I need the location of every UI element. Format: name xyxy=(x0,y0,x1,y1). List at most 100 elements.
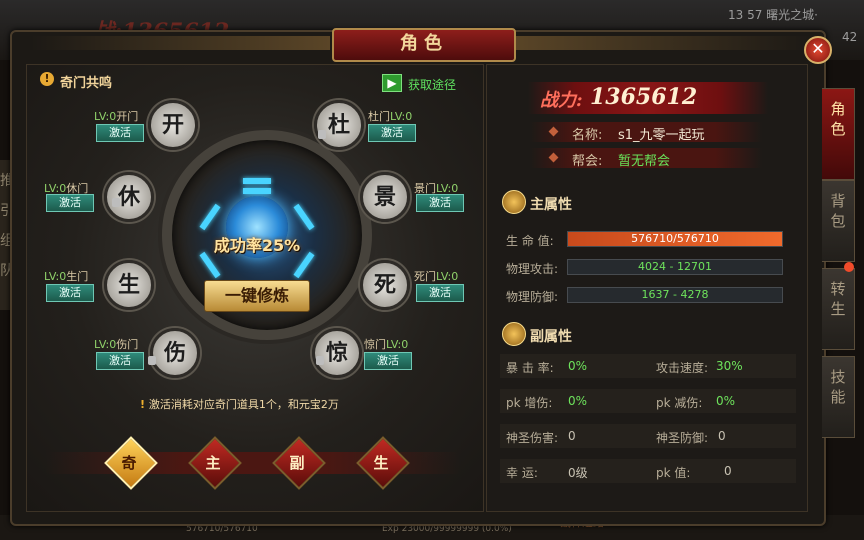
crit-rate-value: 0% xyxy=(568,359,588,373)
phys-def-label: 物理防御: xyxy=(506,290,559,304)
hp-label: 生 命 值: xyxy=(506,234,554,248)
bullet-icon xyxy=(548,126,559,137)
activate-button-kai[interactable]: 激活 xyxy=(96,124,144,142)
obtain-link[interactable]: 获取途径 xyxy=(408,76,456,93)
trigram-line xyxy=(243,188,271,194)
attack-speed-label: 攻击速度: xyxy=(656,361,709,375)
activate-button-si[interactable]: 激活 xyxy=(416,284,464,302)
activate-button-jingm[interactable]: 激活 xyxy=(364,352,412,370)
pk-reduce-value: 0% xyxy=(716,394,736,408)
power-value: 1365612 xyxy=(590,84,698,110)
sub-attr-icon xyxy=(502,322,526,346)
title-ornament-right xyxy=(512,36,812,50)
guild-value: 暂无帮会 xyxy=(618,154,671,169)
hp-bar: 576710/576710 xyxy=(567,231,783,247)
gate-kai-icon[interactable]: 开 xyxy=(148,100,198,150)
pk-reduce-label: pk 减伤: xyxy=(656,396,703,410)
gate-name: 杜门 xyxy=(368,110,390,123)
background-side-number: 42 xyxy=(842,30,858,44)
gate-jing-icon[interactable]: 景 xyxy=(360,172,410,222)
gate-jingm-icon[interactable]: 惊 xyxy=(312,328,362,378)
phys-atk-bar: 4024 - 12701 xyxy=(567,259,783,275)
activate-button-du[interactable]: 激活 xyxy=(368,124,416,142)
trigram-line xyxy=(243,178,271,184)
notice-text: 激活消耗对应奇门道具1个，和元宝2万 xyxy=(148,398,339,411)
side-tab-character[interactable]: 角色 xyxy=(822,88,855,180)
pk-damage-value: 0% xyxy=(568,394,588,408)
name-label: 名称: xyxy=(572,128,603,143)
main-attr-title: 主属性 xyxy=(530,197,572,213)
gate-level: LV:0 xyxy=(436,270,459,283)
phys-atk-label: 物理攻击: xyxy=(506,262,559,276)
crit-rate-label: 暴 击 率: xyxy=(506,361,554,375)
name-value: s1_九零一起玩 xyxy=(618,128,705,143)
bullet-icon xyxy=(548,152,559,163)
background-clock: 13 57 曙光之城· xyxy=(728,8,818,22)
lock-icon xyxy=(148,356,156,365)
lock-icon xyxy=(316,356,324,365)
window-title: 角色 xyxy=(332,28,516,62)
gate-level: LV:0 xyxy=(44,270,67,283)
gate-du-icon[interactable]: 杜 xyxy=(314,100,364,150)
holy-damage-label: 神圣伤害: xyxy=(506,431,559,445)
sub-attr-title: 副属性 xyxy=(530,329,572,345)
main-attr-icon xyxy=(502,190,526,214)
phys-def-bar: 1637 - 4278 xyxy=(567,287,783,303)
gate-sheng-level: LV:0生门 xyxy=(44,268,88,284)
gate-name: 伤门 xyxy=(116,338,139,351)
gate-si-icon[interactable]: 死 xyxy=(360,260,410,310)
lock-icon xyxy=(318,130,326,139)
gate-level: LV:0 xyxy=(386,338,409,351)
gate-sheng-icon[interactable]: 生 xyxy=(104,260,154,310)
gate-level: LV:0 xyxy=(94,110,117,123)
gate-shang-icon[interactable]: 伤 xyxy=(150,328,200,378)
notification-dot xyxy=(844,262,854,272)
tab-zhu-label[interactable]: 主 xyxy=(196,452,230,473)
side-tab-rebirth[interactable]: 转生 xyxy=(822,268,855,350)
gate-name: 惊门 xyxy=(364,338,386,351)
gate-si-level: 死门LV:0 xyxy=(414,268,458,284)
holy-defense-label: 神圣防御: xyxy=(656,431,709,445)
activate-button-shang[interactable]: 激活 xyxy=(96,352,144,370)
holy-defense-value: 0 xyxy=(718,429,726,443)
hp-value: 576710/576710 xyxy=(631,232,719,245)
sub-stat-row xyxy=(500,459,796,483)
holy-damage-value: 0 xyxy=(568,429,576,443)
activation-cost-notice: ! 激活消耗对应奇门道具1个，和元宝2万 xyxy=(140,396,339,412)
gate-level: LV:0 xyxy=(94,338,117,351)
gate-kai-level: LV:0开门 xyxy=(94,108,138,124)
tab-qi-label[interactable]: 奇 xyxy=(112,452,146,473)
guild-label: 帮会: xyxy=(572,154,603,169)
success-rate: 成功率25% xyxy=(213,236,301,255)
qimen-title: 奇门共鸣 xyxy=(60,76,113,91)
warning-icon: ! xyxy=(140,398,149,411)
gate-jingm-level: 惊门LV:0 xyxy=(364,336,408,352)
side-tab-skills[interactable]: 技能 xyxy=(822,356,855,438)
title-ornament-left xyxy=(30,36,330,50)
name-row: 名称: s1_九零一起玩 xyxy=(530,122,762,143)
gate-name: 死门 xyxy=(414,270,436,283)
tab-fu-label[interactable]: 副 xyxy=(280,452,314,473)
gate-name: 生门 xyxy=(66,270,89,283)
arrow-right-icon[interactable]: ▶ xyxy=(382,74,402,92)
pk-value-label: pk 值: xyxy=(656,466,691,480)
close-button[interactable]: ✕ xyxy=(804,36,832,64)
luck-value: 0级 xyxy=(568,466,588,480)
one-click-refine-button[interactable]: 一键修炼 xyxy=(204,280,310,312)
side-tab-bag[interactable]: 背包 xyxy=(822,180,855,262)
guild-row: 帮会: 暂无帮会 xyxy=(530,148,762,169)
gate-du-level: 杜门LV:0 xyxy=(368,108,412,124)
activate-button-jing[interactable]: 激活 xyxy=(416,194,464,212)
tab-sheng-label[interactable]: 生 xyxy=(364,452,398,473)
lock-icon xyxy=(112,198,120,207)
activate-button-xiu[interactable]: 激活 xyxy=(46,194,94,212)
gate-xiu-icon[interactable]: 休 xyxy=(104,172,154,222)
phys-atk-value: 4024 - 12701 xyxy=(638,260,712,273)
gate-name: 开门 xyxy=(116,110,139,123)
pk-damage-label: pk 增伤: xyxy=(506,396,553,410)
luck-label: 幸 运: xyxy=(506,466,538,480)
info-icon[interactable]: ! xyxy=(40,72,54,86)
activate-button-sheng[interactable]: 激活 xyxy=(46,284,94,302)
attack-speed-value: 30% xyxy=(716,359,743,373)
pk-value: 0 xyxy=(724,464,732,478)
